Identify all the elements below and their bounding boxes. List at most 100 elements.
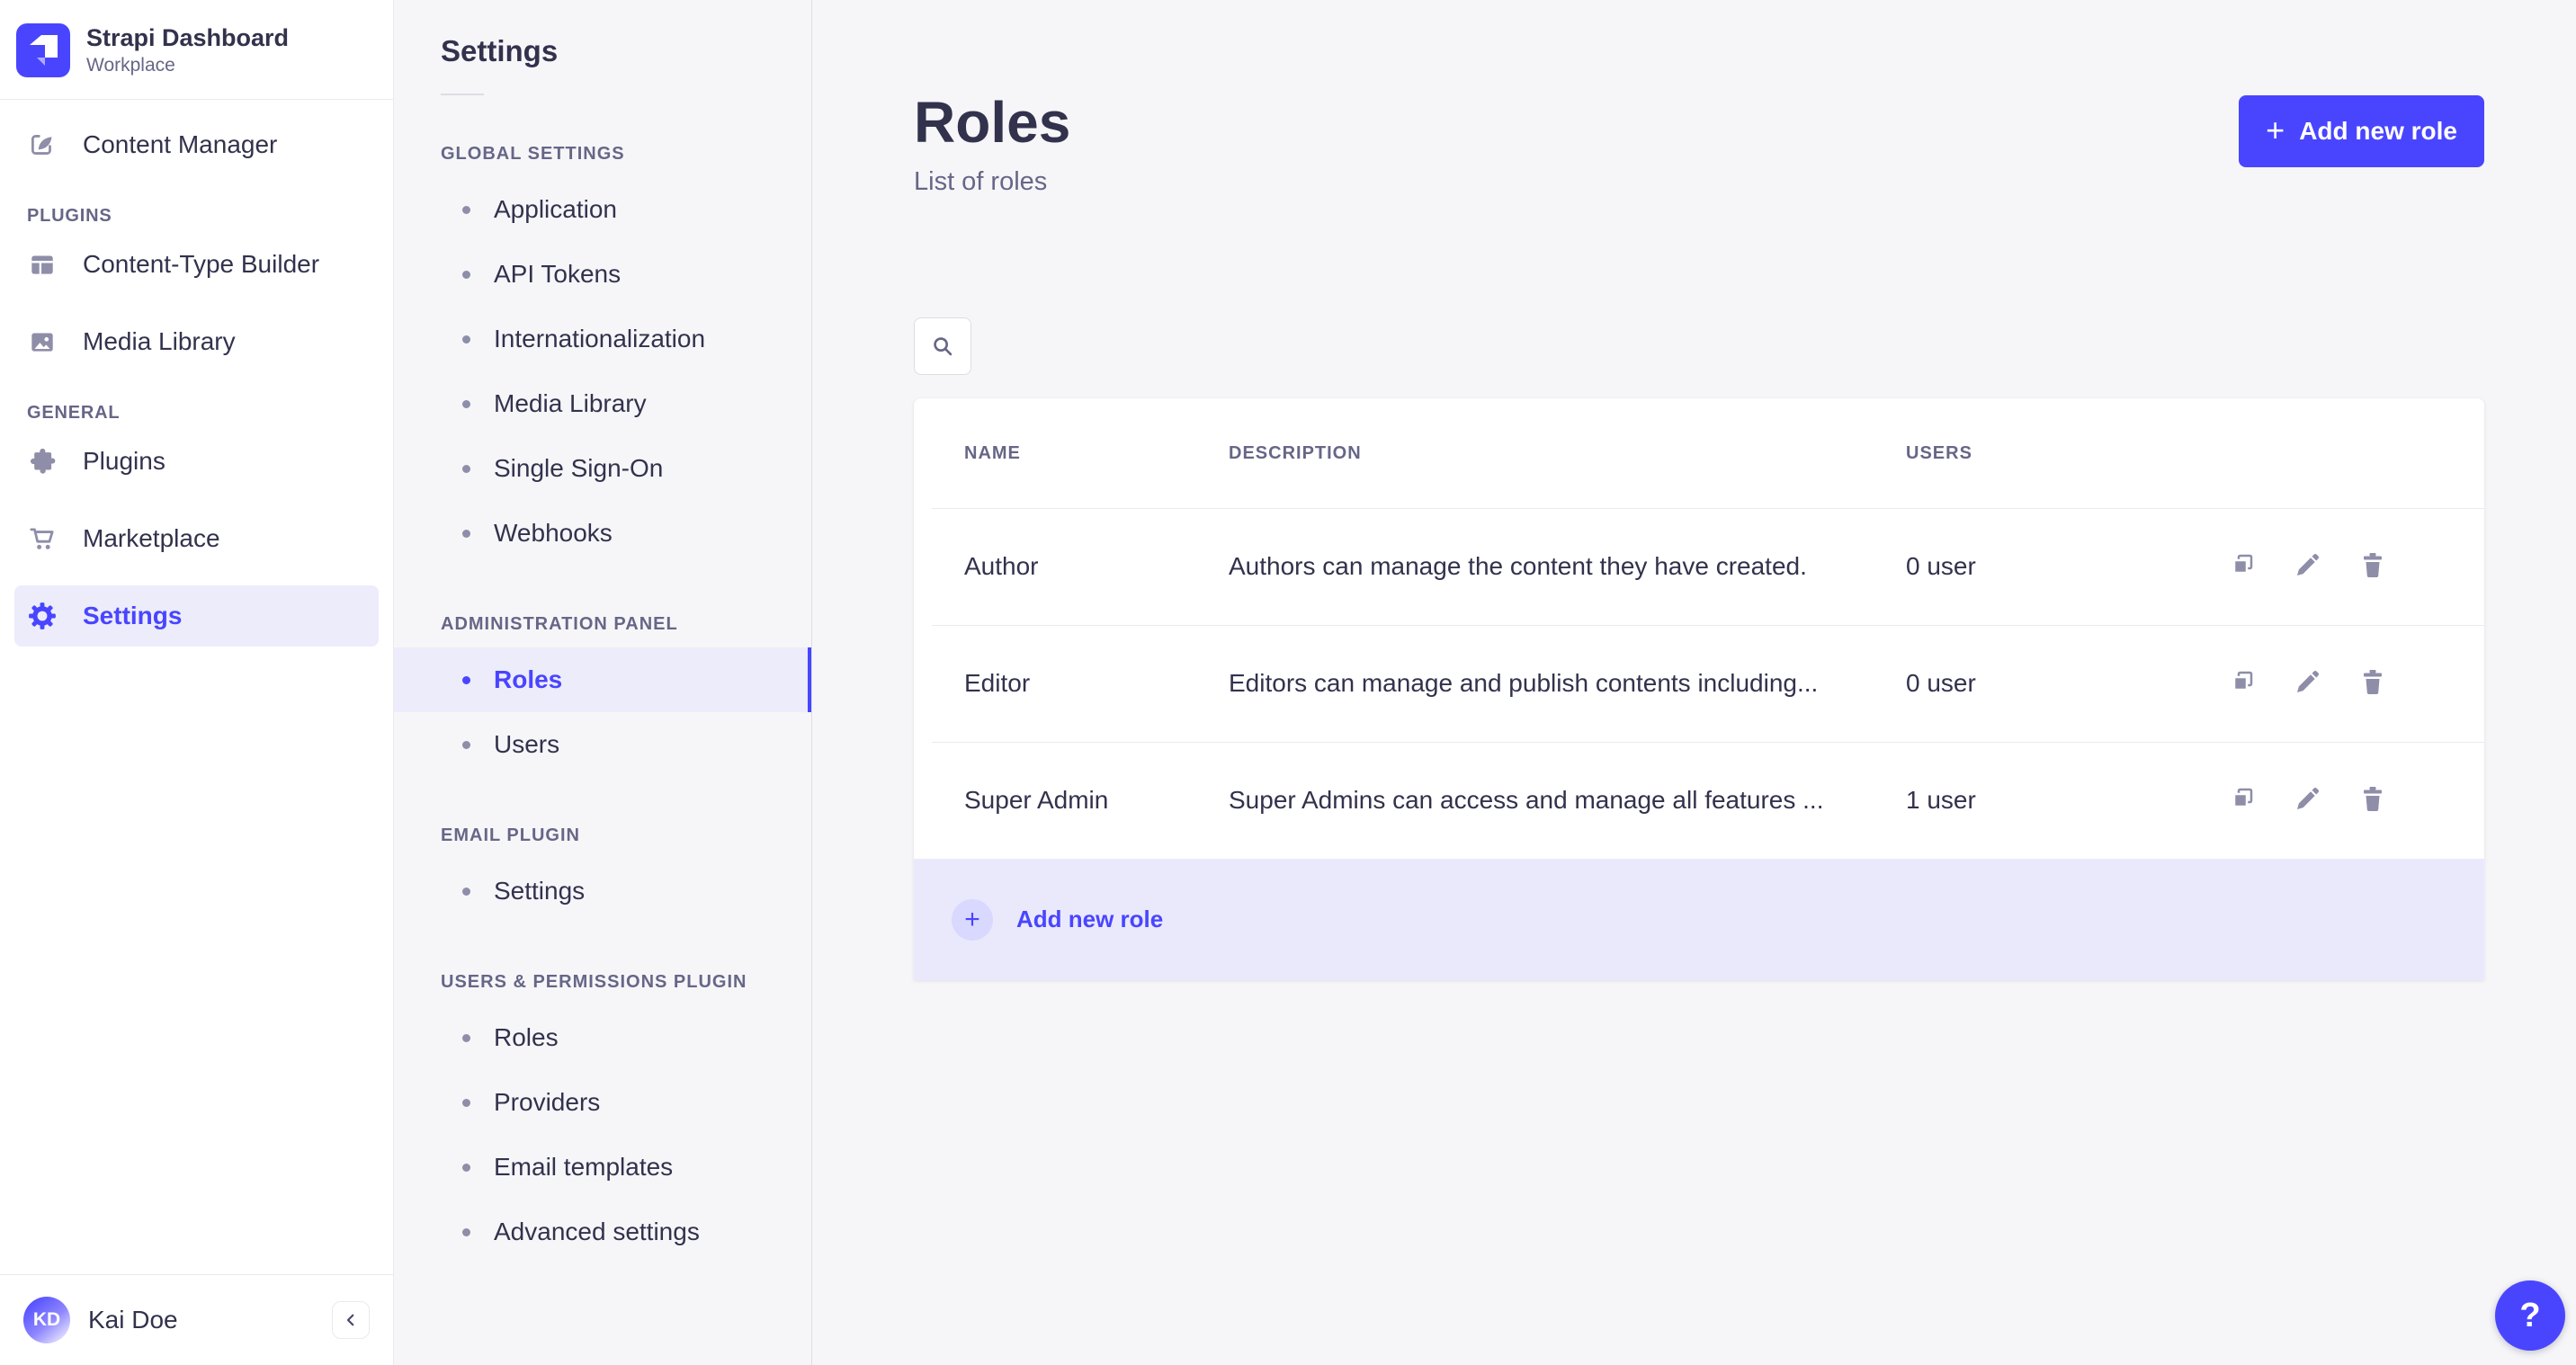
bullet-icon <box>462 1227 470 1236</box>
subnav-item-single-sign-on[interactable]: Single Sign-On <box>394 436 811 501</box>
duplicate-role-button[interactable] <box>2229 550 2261 583</box>
sidebar-item-marketplace[interactable]: Marketplace <box>14 508 379 569</box>
subnav-item-email-templates[interactable]: Email templates <box>394 1135 811 1200</box>
sidebar-item-content-manager[interactable]: Content Manager <box>14 114 379 175</box>
app-window: Strapi Dashboard Workplace Content Manag… <box>0 0 2576 1365</box>
user-name[interactable]: Kai Doe <box>88 1306 178 1334</box>
subnav-item-advanced-settings[interactable]: Advanced settings <box>394 1200 811 1264</box>
add-new-role-button[interactable]: + Add new role <box>2239 95 2484 167</box>
sidebar-item-label: Settings <box>83 602 183 629</box>
subnav-item-providers[interactable]: Providers <box>394 1070 811 1135</box>
brand-text: Strapi Dashboard Workplace <box>86 24 289 76</box>
edit-role-button[interactable] <box>2294 667 2326 700</box>
gear-icon <box>27 601 58 631</box>
subnav-item-roles-up[interactable]: Roles <box>394 1005 811 1070</box>
plus-icon: + <box>2266 111 2285 148</box>
strapi-logo-icon <box>16 23 70 77</box>
roles-table: NAME DESCRIPTION USERS Author Authors ca… <box>914 398 2484 980</box>
subnav-item-label: Roles <box>494 665 563 693</box>
subnav-item-label: Settings <box>494 877 586 905</box>
edit-role-button[interactable] <box>2294 784 2326 816</box>
table-row[interactable]: Author Authors can manage the content th… <box>914 508 2484 625</box>
app-title: Strapi Dashboard <box>86 23 290 51</box>
sidebar-item-media-library[interactable]: Media Library <box>14 311 379 372</box>
picture-icon <box>27 326 58 357</box>
table-row[interactable]: Super Admin Super Admins can access and … <box>914 742 2484 859</box>
page-subtitle: List of roles <box>914 167 1048 196</box>
edit-role-button[interactable] <box>2294 550 2326 583</box>
row-actions <box>2227 667 2434 700</box>
page-title-block: Roles List of roles <box>914 94 1070 197</box>
subnav-group-users-permissions-plugin: USERS & PERMISSIONS PLUGIN <box>441 972 747 992</box>
main-content: Roles List of roles + Add new role NAME … <box>812 0 2576 1365</box>
shopping-cart-icon <box>27 523 58 554</box>
sidebar-item-label: Media Library <box>83 327 236 355</box>
subnav-item-label: Single Sign-On <box>494 454 664 482</box>
duplicate-role-button[interactable] <box>2229 784 2261 816</box>
role-description: Editors can manage and publish contents … <box>1229 669 1819 697</box>
role-user-count: 1 user <box>1906 786 1976 814</box>
collapse-sidebar-button[interactable] <box>332 1301 370 1339</box>
add-new-role-row[interactable]: + Add new role <box>914 859 2484 980</box>
role-name: Editor <box>964 669 1031 697</box>
question-mark-icon: ? <box>2519 1296 2541 1334</box>
column-header-name: NAME <box>964 442 1021 463</box>
role-description: Super Admins can access and manage all f… <box>1229 786 1824 814</box>
bullet-icon <box>462 399 470 408</box>
workspace-name: Workplace <box>86 55 175 76</box>
user-avatar[interactable]: KD <box>23 1297 70 1343</box>
puzzle-piece-icon <box>27 446 58 477</box>
row-actions <box>2227 550 2434 583</box>
delete-role-button[interactable] <box>2358 667 2391 700</box>
copy-icon <box>2229 784 2258 816</box>
subnav-item-email-settings[interactable]: Settings <box>394 859 811 923</box>
table-row[interactable]: Editor Editors can manage and publish co… <box>914 625 2484 742</box>
subnav-item-label: Users <box>494 730 560 758</box>
table-header-row: NAME DESCRIPTION USERS <box>914 398 2484 508</box>
row-actions <box>2227 784 2434 816</box>
bullet-icon <box>462 1098 470 1107</box>
delete-role-button[interactable] <box>2358 784 2391 816</box>
pencil-icon <box>2294 667 2322 700</box>
bullet-icon <box>462 1163 470 1172</box>
bullet-icon <box>462 205 470 214</box>
pencil-icon <box>2294 784 2322 816</box>
role-user-count: 0 user <box>1906 669 1976 697</box>
sidebar-item-settings[interactable]: Settings <box>14 585 379 647</box>
subnav-item-label: Roles <box>494 1023 559 1051</box>
search-button[interactable] <box>914 317 971 375</box>
bullet-icon <box>462 464 470 473</box>
copy-icon <box>2229 667 2258 700</box>
delete-role-button[interactable] <box>2358 550 2391 583</box>
subnav-item-internationalization[interactable]: Internationalization <box>394 307 811 371</box>
sidebar-item-plugins[interactable]: Plugins <box>14 431 379 492</box>
sidebar-item-label: Content-Type Builder <box>83 250 320 278</box>
subnav-item-label: API Tokens <box>494 260 622 288</box>
bullet-icon <box>462 335 470 343</box>
subnav-item-application[interactable]: Application <box>394 177 811 242</box>
subnav-item-label: Internationalization <box>494 325 706 352</box>
subnav-item-roles-admin[interactable]: Roles <box>394 647 811 712</box>
column-header-users: USERS <box>1906 442 1972 463</box>
sidebar-item-content-type-builder[interactable]: Content-Type Builder <box>14 234 379 295</box>
bullet-icon <box>462 887 470 896</box>
main-sidebar: Strapi Dashboard Workplace Content Manag… <box>0 0 394 1365</box>
sidebar-item-label: Plugins <box>83 447 165 475</box>
bullet-icon <box>462 1033 470 1042</box>
toolbar <box>914 317 2484 375</box>
search-icon <box>929 333 956 360</box>
subnav-item-label: Media Library <box>494 389 647 417</box>
subnav-item-api-tokens[interactable]: API Tokens <box>394 242 811 307</box>
trash-icon <box>2358 667 2387 700</box>
subnav-group-email-plugin: EMAIL PLUGIN <box>441 825 580 845</box>
subnav-item-users[interactable]: Users <box>394 712 811 777</box>
page-title: Roles <box>914 90 1071 155</box>
duplicate-role-button[interactable] <box>2229 667 2261 700</box>
brand-home-link[interactable]: Strapi Dashboard Workplace <box>0 0 393 100</box>
sidebar-nav: Content Manager PLUGINS Content-Type Bui… <box>0 100 393 1274</box>
subnav-item-webhooks[interactable]: Webhooks <box>394 501 811 566</box>
bullet-icon <box>462 529 470 538</box>
help-button[interactable]: ? <box>2495 1280 2565 1351</box>
subnav-item-media-library[interactable]: Media Library <box>394 371 811 436</box>
layout-grid-icon <box>27 249 58 280</box>
